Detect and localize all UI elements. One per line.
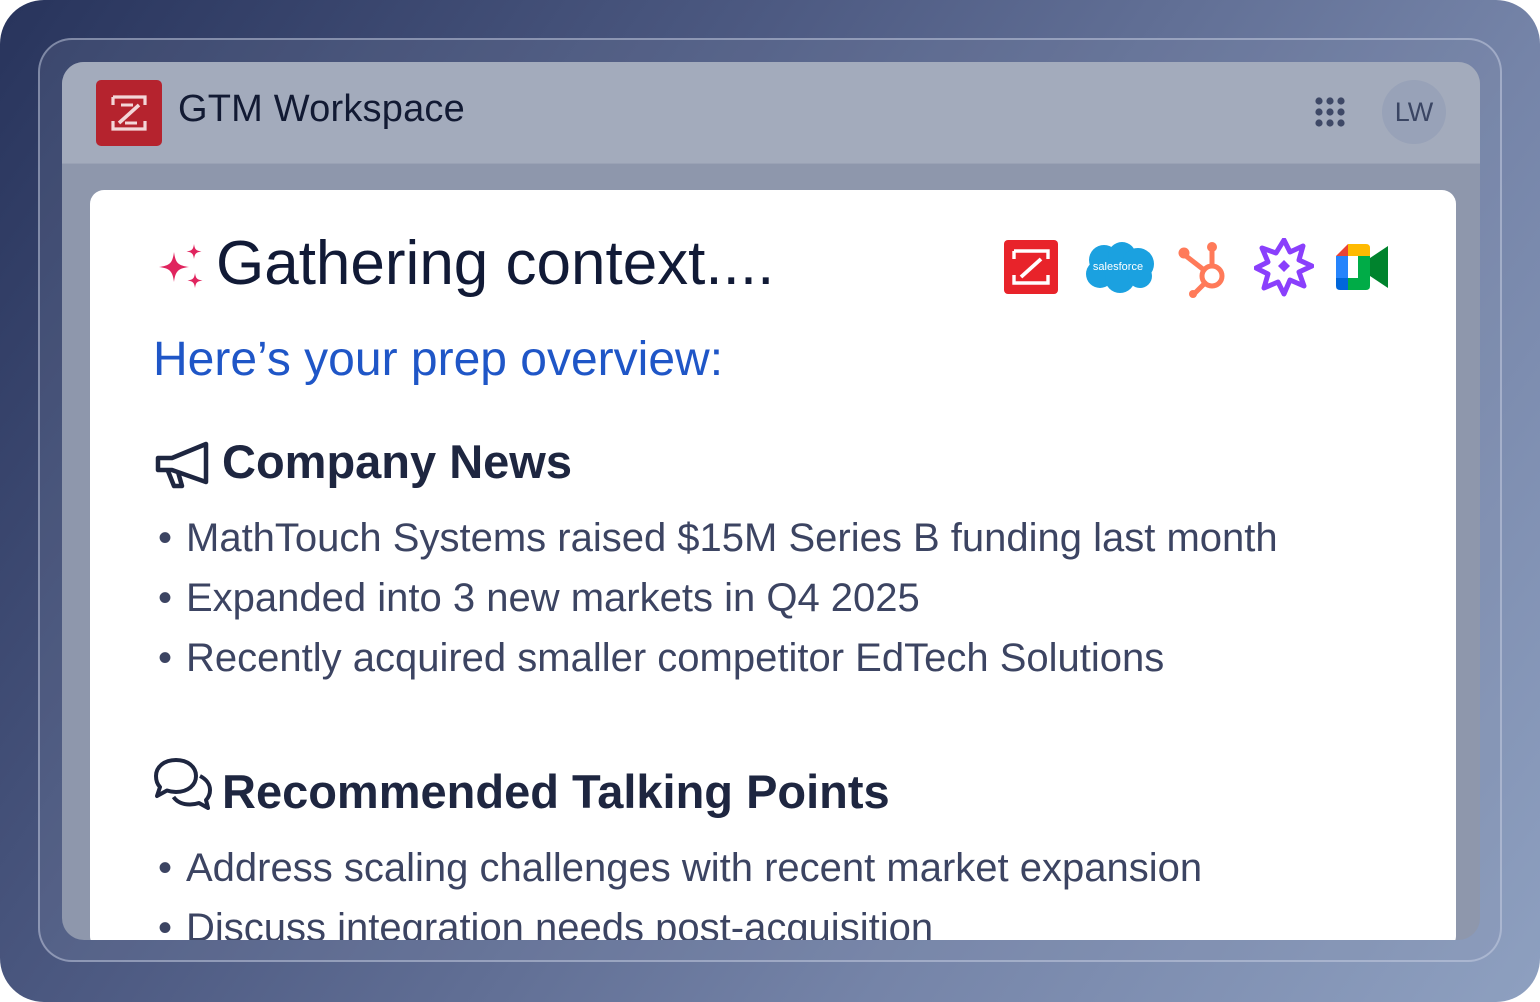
company-news-list: • MathTouch Systems raised $15M Series B …	[158, 508, 1278, 688]
chat-bubbles-icon	[154, 758, 212, 810]
top-bar: GTM Workspace LW	[62, 62, 1480, 164]
backdrop: GTM Workspace LW Gathering context.... s…	[0, 0, 1540, 1002]
salesforce-icon: salesforce	[1086, 242, 1154, 293]
gong-icon	[1254, 238, 1314, 297]
hubspot-icon	[1178, 242, 1225, 298]
bullet-dot: •	[158, 516, 173, 560]
prep-card: Gathering context.... salesforce Here’s …	[90, 190, 1456, 940]
bullet-dot: •	[158, 636, 173, 680]
google-meet-icon	[1336, 244, 1388, 290]
app-title: GTM Workspace	[178, 88, 465, 130]
list-item: • Recently acquired smaller competitor Ed…	[158, 628, 1278, 688]
list-item: • Discuss integration needs post-acquisit…	[158, 898, 1202, 940]
bullet-dot: •	[158, 846, 173, 890]
list-item: • Address scaling challenges with recent …	[158, 838, 1202, 898]
talking-points-list: • Address scaling challenges with recent …	[158, 838, 1202, 940]
zoominfo-icon	[1004, 240, 1058, 294]
bullet-dot: •	[158, 576, 173, 620]
integration-icons: salesforce	[90, 238, 1456, 298]
user-avatar[interactable]: LW	[1382, 80, 1446, 144]
apps-grid-icon[interactable]	[1314, 96, 1346, 128]
app-window: GTM Workspace LW Gathering context.... s…	[62, 62, 1480, 940]
section-title-talking-points: Recommended Talking Points	[222, 765, 890, 818]
zoominfo-logo-icon[interactable]	[96, 80, 162, 146]
salesforce-wordmark: salesforce	[1093, 261, 1143, 273]
overview-heading: Here’s your prep overview:	[153, 333, 724, 386]
list-item: • Expanded into 3 new markets in Q4 2025	[158, 568, 1278, 628]
section-title-company-news: Company News	[222, 435, 572, 488]
bullet-dot: •	[158, 906, 173, 940]
list-item: • MathTouch Systems raised $15M Series B …	[158, 508, 1278, 568]
megaphone-icon	[155, 441, 209, 489]
